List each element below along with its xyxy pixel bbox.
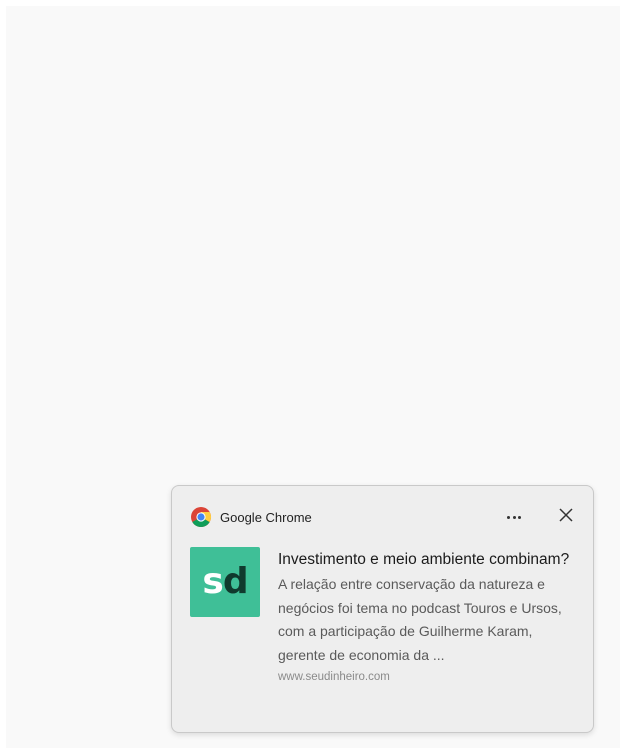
notification-content: Investimento e meio ambiente combinam? A…: [278, 548, 583, 683]
chrome-icon: [190, 506, 212, 528]
notification-body: A relação entre conservação da natureza …: [278, 576, 562, 663]
more-dot-icon: [517, 515, 521, 519]
more-dot-icon: [507, 515, 511, 519]
more-dot-icon: [512, 515, 516, 519]
app-name: Google Chrome: [220, 509, 312, 525]
notification-header: Google Chrome: [190, 504, 312, 530]
chrome-notification-toast[interactable]: Google Chrome sd Investimento e meio amb…: [171, 485, 594, 733]
close-icon: [558, 507, 574, 528]
site-logo-text: sd: [202, 561, 249, 602]
notification-source: www.seudinheiro.com: [278, 671, 390, 683]
logo-letter-d: d: [222, 561, 249, 602]
logo-letter-s: s: [202, 561, 223, 602]
site-logo: sd: [190, 547, 260, 617]
close-button[interactable]: [550, 502, 582, 532]
more-options-button[interactable]: [498, 504, 530, 530]
notification-title: Investimento e meio ambiente combinam?: [278, 551, 570, 568]
